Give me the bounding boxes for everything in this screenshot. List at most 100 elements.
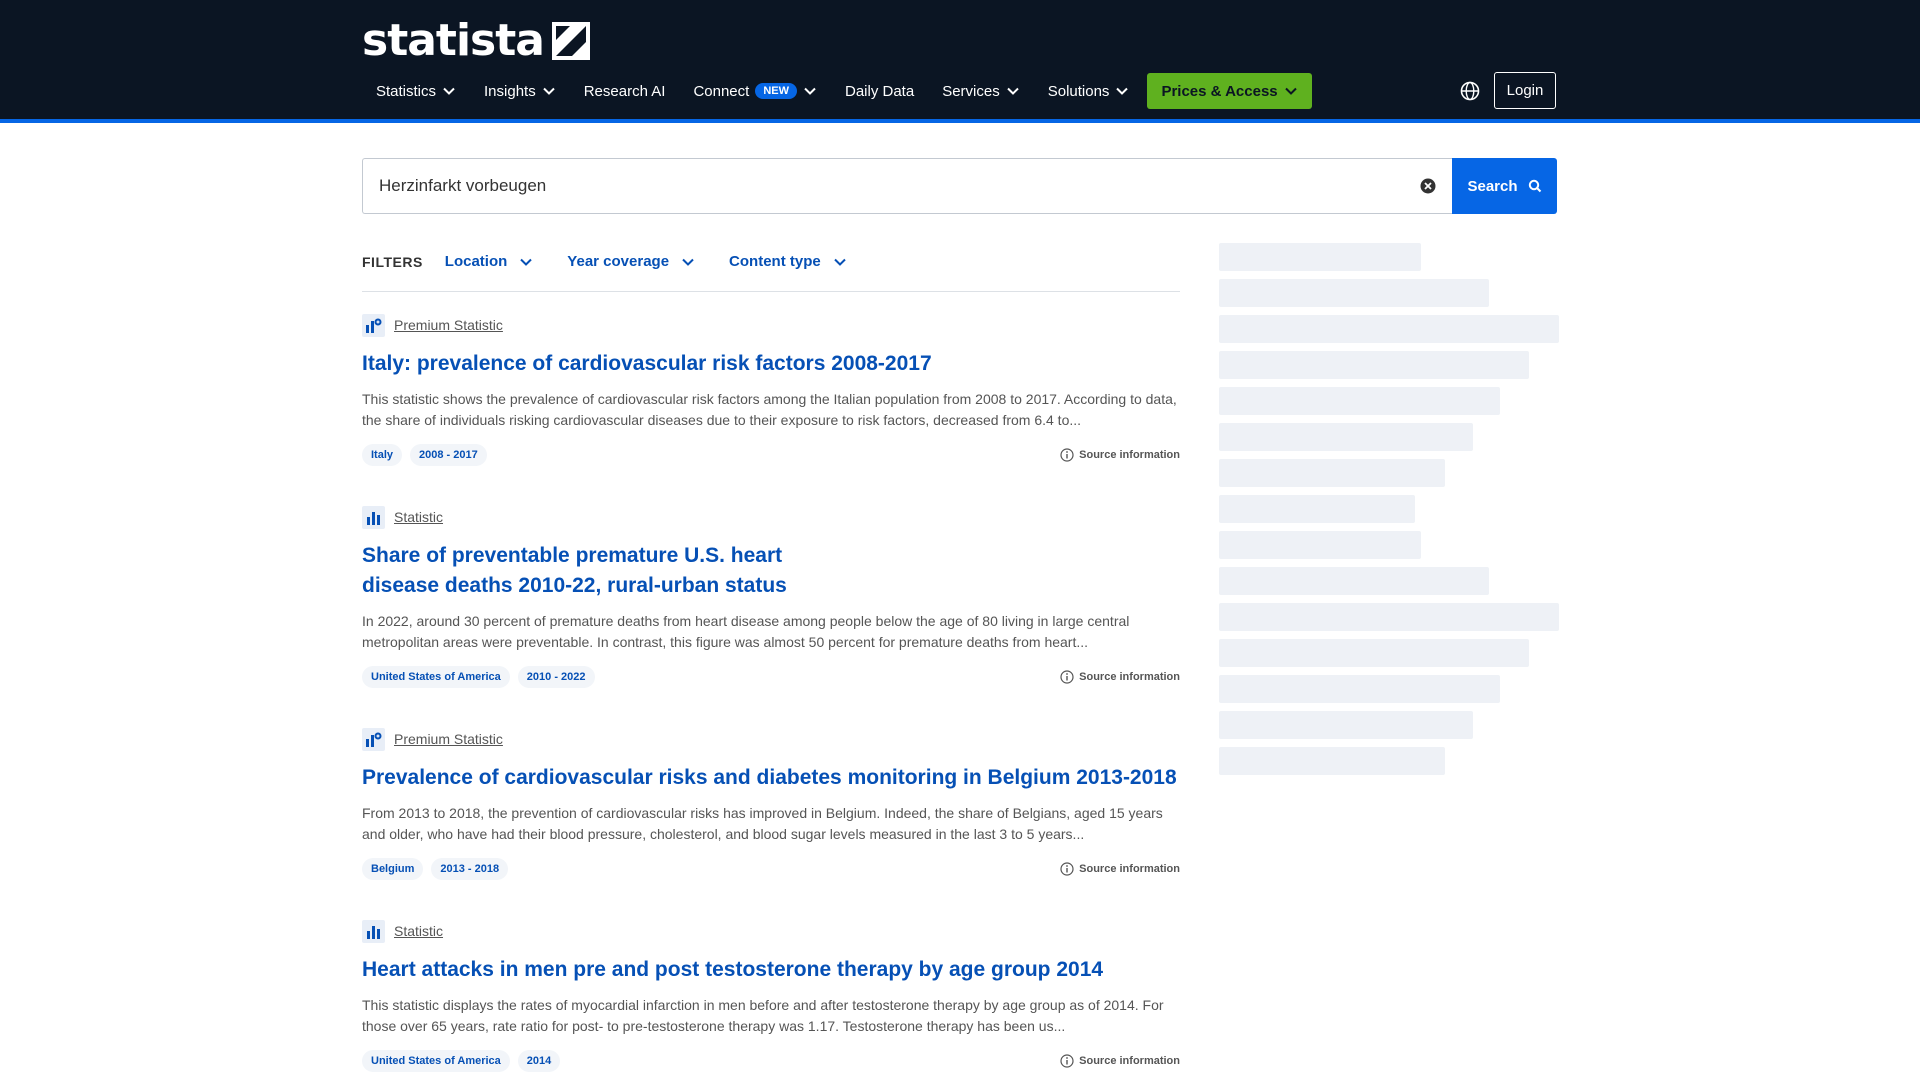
statistic-icon [362,919,385,943]
skeleton-bar [1219,531,1421,559]
location-tag[interactable]: United States of America [362,1050,510,1072]
search-button[interactable]: Search [1452,158,1557,214]
site-header: statista Statistics Insights Research AI… [0,0,1920,123]
result-item: Statistic Share of preventable premature… [362,505,1180,689]
result-meta: United States of America 2014 Source inf… [362,1049,1180,1073]
skeleton-bar [1219,315,1559,343]
premium-statistic-icon [362,313,385,337]
result-title[interactable]: Heart attacks in men pre and post testos… [362,955,1180,985]
nav-insights[interactable]: Insights [470,73,570,109]
skeleton-bar [1219,675,1500,703]
filter-content-type[interactable]: Content type [729,253,847,270]
search-button-label: Search [1467,177,1518,195]
filters-label: FILTERS [362,253,423,270]
source-information-link[interactable]: Source information [1060,448,1180,462]
statista-logo[interactable]: statista [362,15,590,66]
clear-search-icon[interactable] [1420,178,1436,194]
skeleton-bar [1219,495,1415,523]
filter-label: Location [444,253,508,270]
result-type-link[interactable]: Statistic [394,923,443,939]
filter-label: Year coverage [567,253,670,270]
nav-label: Connect [693,82,750,100]
chevron-down-icon [804,87,816,95]
result-title[interactable]: Share of preventable premature U.S. hear… [362,541,802,601]
nav-connect[interactable]: Connect NEW [679,73,831,109]
year-tag[interactable]: 2013 - 2018 [431,858,509,880]
nav-label: Insights [484,82,536,100]
nav-label: Services [942,82,1000,100]
result-meta: United States of America 2010 - 2022 Sou… [362,665,1180,689]
result-meta: Italy 2008 - 2017 Source information [362,443,1180,467]
source-information-link[interactable]: Source information [1060,670,1180,684]
chevron-down-icon [1116,87,1129,95]
nav-solutions[interactable]: Solutions [1034,73,1144,109]
search-bar: Search [362,158,1557,214]
info-icon [1060,448,1074,462]
skeleton-bar [1219,459,1445,487]
result-item: Premium Statistic Italy: prevalence of c… [362,313,1180,467]
result-item: Premium Statistic Prevalence of cardiova… [362,727,1180,881]
nav-label: Daily Data [844,82,915,100]
filter-year-coverage[interactable]: Year coverage [567,253,695,270]
result-description: In 2022, around 30 percent of premature … [362,613,1130,650]
location-tag[interactable]: Belgium [362,858,424,880]
result-title[interactable]: Italy: prevalence of cardiovascular risk… [362,349,1180,379]
year-tag[interactable]: 2014 [517,1050,561,1072]
login-button[interactable]: Login [1494,72,1556,109]
search-icon [1528,179,1541,193]
search-input[interactable] [362,158,1452,214]
skeleton-bar [1219,711,1473,739]
prices-access-button[interactable]: Prices & Access [1147,73,1312,109]
main-nav: Statistics Insights Research AI Connect … [362,73,1312,109]
nav-label: Research AI [583,82,666,100]
nav-research-ai[interactable]: Research AI [570,73,680,109]
logo-text: statista [362,15,545,66]
location-tag[interactable]: Italy [362,444,403,466]
result-type: Premium Statistic [362,727,1180,751]
nav-label: Solutions [1047,82,1110,100]
source-information-link[interactable]: Source information [1060,1054,1180,1068]
result-type: Premium Statistic [362,313,1180,337]
skeleton-bar [1219,279,1489,307]
result-title[interactable]: Prevalence of cardiovascular risks and d… [362,763,1180,793]
chevron-down-icon [682,258,694,266]
nav-services[interactable]: Services [928,73,1034,109]
result-meta: Belgium 2013 - 2018 Source information [362,857,1180,881]
nav-statistics[interactable]: Statistics [362,73,470,109]
globe-icon[interactable] [1459,80,1481,102]
source-information-link[interactable]: Source information [1060,862,1180,876]
result-description: This statistic displays the rates of myo… [362,997,1164,1034]
filter-label: Content type [729,253,821,270]
nav-daily-data[interactable]: Daily Data [831,73,928,109]
result-description: This statistic shows the prevalence of c… [362,391,1177,428]
result-type: Statistic [362,505,1180,529]
new-badge: NEW [755,83,797,99]
skeleton-bar [1219,747,1445,775]
chevron-down-icon [543,87,555,95]
result-description: From 2013 to 2018, the prevention of car… [362,805,1163,842]
statistic-icon [362,505,385,529]
skeleton-bar [1219,387,1500,415]
info-icon [1060,1054,1074,1068]
filters-bar: FILTERS Location Year coverage Content t… [362,246,1180,292]
source-label: Source information [1079,863,1180,875]
result-type-link[interactable]: Premium Statistic [394,317,503,333]
prices-label: Prices & Access [1161,82,1278,100]
result-type-link[interactable]: Statistic [394,509,443,525]
nav-label: Statistics [376,82,437,100]
result-item: Statistic Heart attacks in men pre and p… [362,919,1180,1073]
year-tag[interactable]: 2008 - 2017 [410,444,487,466]
location-tag[interactable]: United States of America [362,666,510,688]
skeleton-bar [1219,603,1559,631]
skeleton-bar [1219,243,1421,271]
chevron-down-icon [1007,87,1019,95]
result-type-link[interactable]: Premium Statistic [394,731,503,747]
year-tag[interactable]: 2010 - 2022 [517,666,595,688]
sidebar-loading-skeleton [1219,243,1559,783]
source-label: Source information [1079,1055,1180,1067]
filter-location[interactable]: Location [445,253,534,270]
skeleton-bar [1219,639,1529,667]
premium-statistic-icon [362,727,385,751]
skeleton-bar [1219,567,1489,595]
skeleton-bar [1219,351,1529,379]
